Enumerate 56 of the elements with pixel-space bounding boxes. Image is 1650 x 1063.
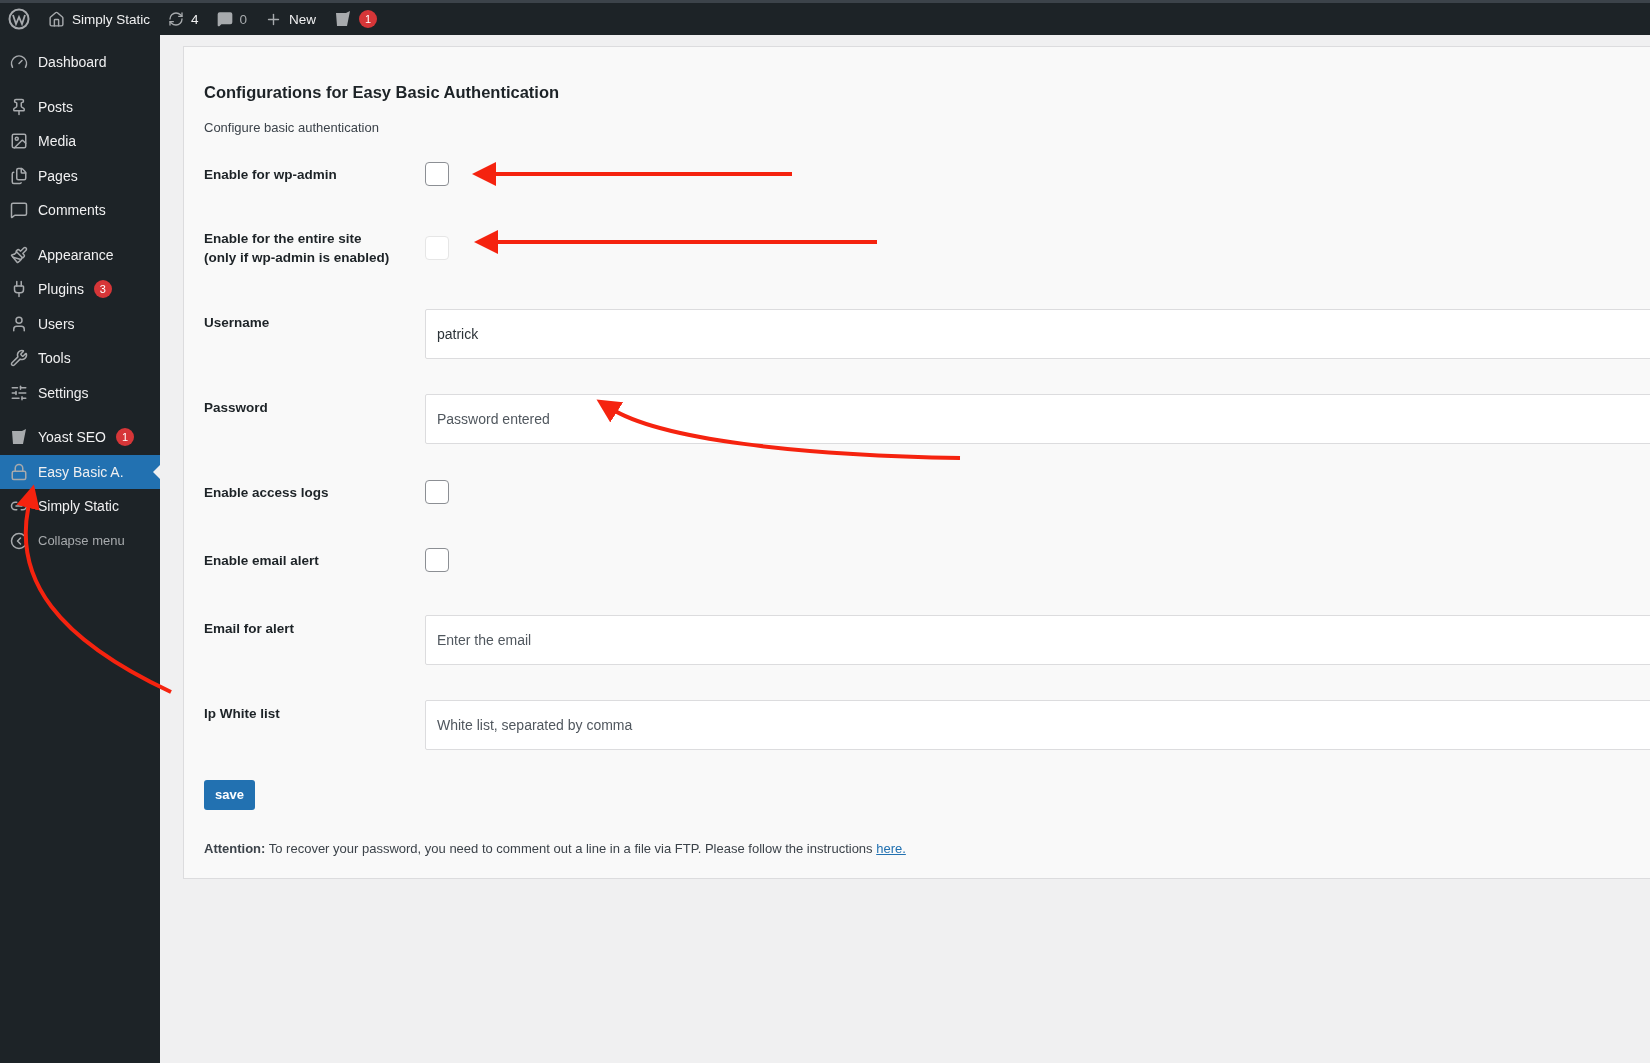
speech-bubble-icon (10, 201, 28, 220)
logo-icon[interactable] (8, 8, 30, 30)
field-label: Enable email alert (204, 551, 320, 570)
menu-item[interactable]: Appearance (0, 237, 160, 272)
attention-note: Attention: To recover your password, you need to comment out a line in a file via FTP. Please follow the instructions here. (204, 840, 907, 856)
menu-item[interactable]: Comments (0, 193, 160, 228)
paintbrush-icon (10, 245, 28, 264)
updates-link[interactable]: 4 (168, 11, 199, 27)
wrench-icon (10, 349, 28, 368)
checkbox[interactable] (425, 162, 449, 186)
comments-link[interactable]: 0 (216, 11, 248, 27)
pin-icon (10, 97, 28, 116)
checkbox[interactable] (425, 548, 449, 572)
refresh-icon (168, 11, 185, 27)
field-label: Ip White list (204, 705, 281, 723)
input-field[interactable]: Password entered (425, 394, 1650, 444)
field-label: Username (204, 314, 271, 332)
sliders-icon (10, 383, 28, 402)
save-button[interactable]: save (204, 779, 255, 810)
menu-item[interactable]: Simply Static (0, 489, 160, 524)
menu-item[interactable]: Tools (0, 341, 160, 376)
instructions-link[interactable]: here. (876, 840, 906, 856)
user-icon (10, 314, 28, 333)
field-label: Email for alert (204, 620, 296, 638)
menu-item[interactable]: Yoast SEO 1 (0, 420, 160, 455)
lock-icon (10, 462, 28, 481)
form-title: Configurations for Easy Basic Authentication (204, 83, 561, 102)
image-icon (10, 132, 28, 151)
menu-item[interactable]: Dashboard (0, 45, 160, 80)
field-label: Enable access logs (204, 483, 330, 502)
field-label: Enable for wp-admin (204, 165, 338, 184)
site-link[interactable]: Simply Static (48, 10, 151, 28)
input-field[interactable]: Enter the email (425, 615, 1650, 665)
pointer-triangle (153, 464, 160, 479)
field-label: Enable for the entire site (only if wp-admin is enabled) (204, 230, 391, 267)
speech-bubble-icon (216, 11, 233, 27)
menu-item[interactable]: Media (0, 124, 160, 159)
home-icon (48, 10, 65, 28)
menu-item[interactable]: Plugins 3 (0, 272, 160, 307)
collapse-icon (10, 531, 28, 550)
notification-badge: 1 (359, 10, 378, 28)
menu-item[interactable]: Users (0, 306, 160, 341)
menu-item[interactable]: Pages (0, 158, 160, 193)
input-field[interactable]: patrick (425, 309, 1650, 359)
new-link[interactable]: New (265, 10, 317, 28)
form-description: Configure basic authentication (204, 120, 380, 135)
count-badge: 1 (116, 428, 134, 447)
count-badge: 3 (93, 280, 112, 299)
pages-icon (10, 166, 28, 185)
menu-item[interactable]: Easy Basic A. (0, 454, 160, 489)
menu-item[interactable]: Collapse menu (0, 523, 160, 558)
field-label: Password (204, 399, 269, 417)
menu-item[interactable]: Settings (0, 375, 160, 410)
input-field[interactable]: White list, separated by comma (425, 700, 1650, 750)
checkbox[interactable] (425, 480, 449, 504)
menu-item[interactable]: Posts (0, 89, 160, 124)
